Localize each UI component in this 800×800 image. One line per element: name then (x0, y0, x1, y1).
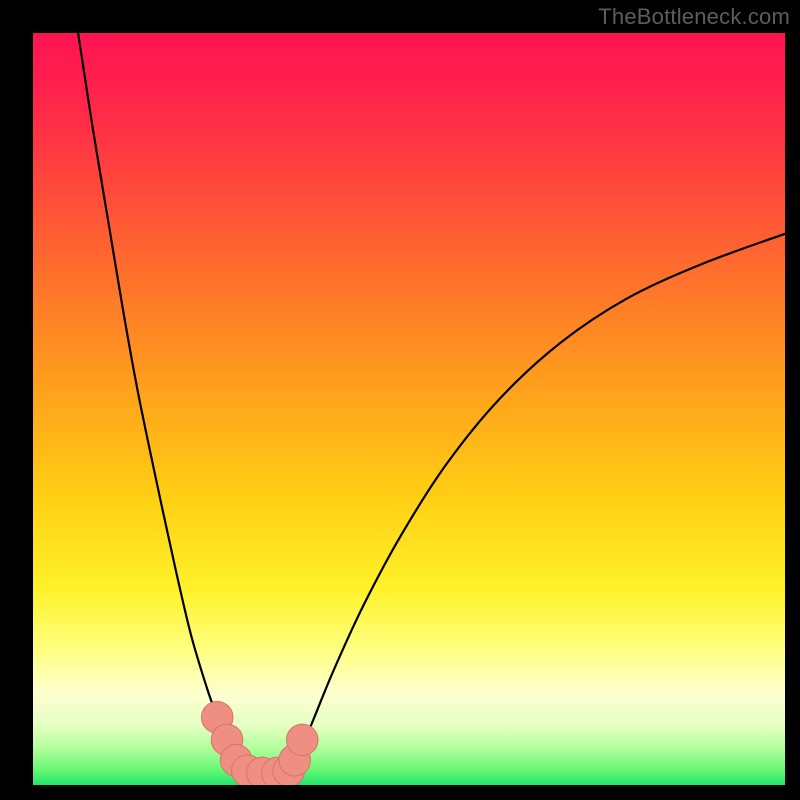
curve-layer (33, 33, 785, 785)
watermark-text: TheBottleneck.com (598, 4, 790, 30)
marker-point (286, 724, 318, 756)
curve-right-branch (289, 234, 785, 772)
curve-left-branch (78, 33, 243, 772)
chart-frame: TheBottleneck.com (0, 0, 800, 800)
plot-area (33, 33, 785, 785)
